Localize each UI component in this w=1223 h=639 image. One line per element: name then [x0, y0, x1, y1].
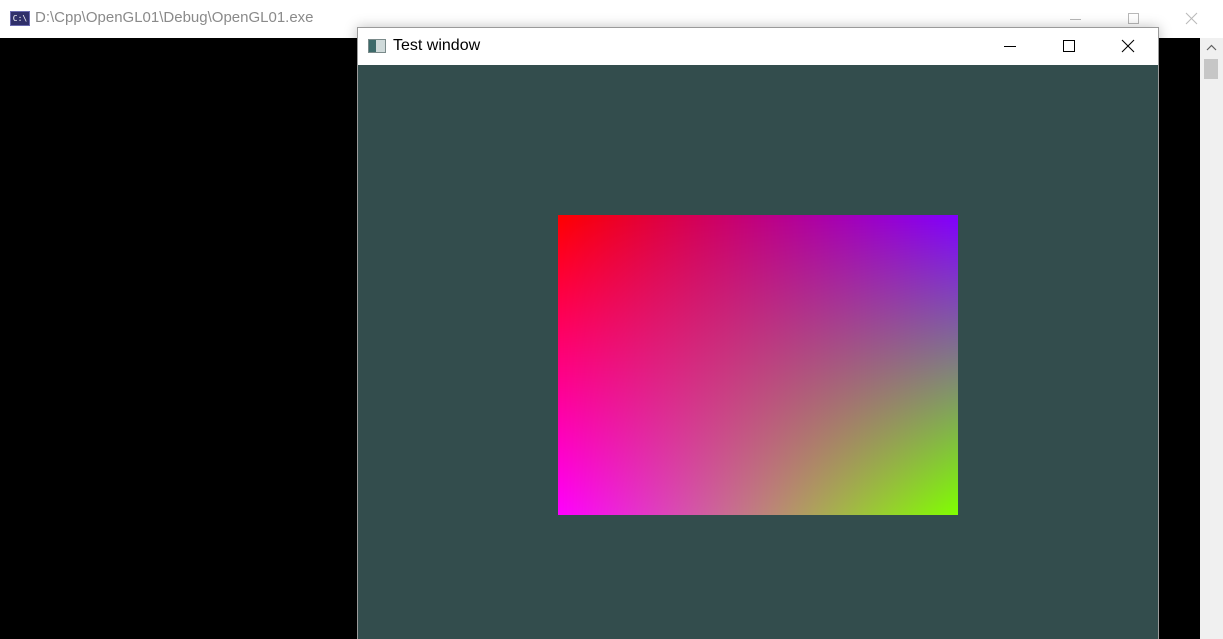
close-icon — [1121, 39, 1135, 53]
test-close-button[interactable] — [1099, 28, 1157, 65]
minimize-icon — [1004, 46, 1016, 47]
opengl-viewport[interactable] — [358, 65, 1158, 639]
maximize-icon — [1063, 40, 1075, 52]
chevron-up-icon — [1206, 44, 1217, 51]
console-vertical-scrollbar[interactable] — [1200, 38, 1223, 639]
test-maximize-button[interactable] — [1040, 28, 1098, 65]
test-window-title: Test window — [393, 37, 481, 54]
console-window-title: D:\Cpp\OpenGL01\Debug\OpenGL01.exe — [35, 9, 314, 26]
gradient-quad — [558, 215, 958, 515]
console-app-icon: C:\ — [10, 11, 30, 26]
console-close-button[interactable] — [1162, 0, 1220, 38]
close-icon — [1185, 12, 1198, 25]
scroll-thumb[interactable] — [1204, 59, 1218, 79]
test-minimize-button[interactable] — [981, 28, 1039, 65]
desktop-screen: C:\ D:\Cpp\OpenGL01\Debug\OpenGL01.exe T… — [0, 0, 1223, 639]
scroll-up-button[interactable] — [1200, 38, 1223, 58]
test-window-title-bar[interactable]: Test window — [358, 28, 1158, 65]
test-window: Test window — [357, 27, 1159, 639]
app-window-icon — [368, 39, 386, 53]
